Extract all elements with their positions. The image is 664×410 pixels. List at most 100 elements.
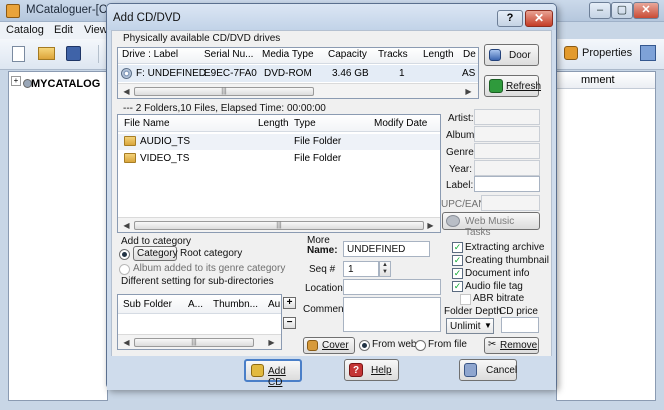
door-button[interactable]: Door (484, 44, 539, 66)
creating-thumbnail-label[interactable]: Creating thumbnail (465, 255, 549, 266)
add-subfolder-button[interactable]: + (283, 297, 296, 309)
col-capacity[interactable]: Capacity (328, 49, 367, 60)
sub-folder-table[interactable]: Sub Folder A... Thumbn... Au ◀ ||| ▶ (117, 294, 282, 350)
audio-file-tag-label[interactable]: Audio file tag (465, 281, 523, 292)
scroll-thumb[interactable]: ||| (134, 338, 254, 347)
dialog-close-button[interactable]: ✕ (525, 10, 553, 27)
scroll-left-icon[interactable]: ◀ (120, 220, 133, 231)
col-sub-folder[interactable]: Sub Folder (123, 299, 172, 310)
artist-field[interactable] (474, 109, 540, 125)
dialog-title: Add CD/DVD (113, 12, 181, 24)
col-modify-date[interactable]: Modify Date (374, 118, 427, 129)
drive-row[interactable]: F: UNDEFINED E9EC-7FA0 DVD-ROM 3.46 GB 1… (118, 65, 478, 82)
album-field[interactable] (474, 126, 540, 142)
detail-list[interactable]: mment (556, 71, 656, 401)
category-radio[interactable] (119, 249, 130, 260)
menu-view[interactable]: View (84, 24, 106, 36)
catalog-tree[interactable]: + MYCATALOG (8, 71, 108, 401)
cd-price-input[interactable] (501, 317, 539, 333)
scroll-thumb[interactable]: ||| (134, 87, 314, 96)
from-web-radio[interactable] (359, 340, 370, 351)
col-sub-thumb[interactable]: Thumbn... (213, 299, 258, 310)
upc-field[interactable] (481, 195, 540, 211)
folder-depth-select[interactable]: Unlimit ▼ (446, 318, 494, 334)
scroll-right-icon[interactable]: ▶ (265, 337, 278, 348)
add-cd-button[interactable]: Add CD (244, 359, 302, 388)
globe-icon (446, 215, 460, 227)
properties-icon (564, 46, 578, 60)
document-info-checkbox[interactable]: ✓ (452, 268, 463, 279)
scroll-right-icon[interactable]: ▶ (462, 86, 475, 97)
files-scrollbar[interactable]: ◀ ||| ▶ (118, 217, 440, 232)
menu-catalog[interactable]: Catalog (6, 24, 44, 36)
from-web-label[interactable]: From web (372, 339, 416, 350)
genre-field[interactable] (474, 143, 540, 159)
extracting-archive-checkbox[interactable]: ✓ (452, 242, 463, 253)
year-field[interactable] (474, 160, 540, 176)
col-sub-au[interactable]: Au (268, 299, 280, 310)
save-icon[interactable] (66, 46, 81, 61)
files-table[interactable]: File Name Length Type Modify Date AUDIO_… (117, 114, 441, 233)
new-file-icon[interactable] (12, 46, 25, 62)
web-music-tasks-button[interactable]: Web Music Tasks (442, 212, 540, 238)
location-input[interactable] (343, 279, 441, 295)
audio-file-tag-checkbox[interactable]: ✓ (452, 281, 463, 292)
remove-subfolder-button[interactable]: − (283, 317, 296, 329)
file-row[interactable]: VIDEO_TS File Folder (118, 151, 440, 167)
abr-bitrate-checkbox[interactable] (460, 294, 471, 305)
label-field[interactable] (474, 176, 540, 192)
col-desc[interactable]: De (463, 49, 477, 60)
col-file-type[interactable]: Type (294, 118, 316, 129)
col-serial[interactable]: Serial Nu... (204, 49, 253, 60)
maximize-button[interactable]: ▢ (611, 2, 633, 19)
category-button[interactable]: Category (133, 246, 178, 261)
col-tracks[interactable]: Tracks (378, 49, 408, 60)
open-folder-icon[interactable] (38, 47, 55, 60)
expand-icon[interactable]: + (11, 76, 21, 86)
main-title: MCataloguer-[C:\U (26, 4, 106, 16)
add-cd-dialog: Add CD/DVD ? ✕ Physically available CD/D… (106, 3, 557, 390)
minimize-button[interactable]: – (589, 2, 611, 19)
properties-button[interactable]: Properties (564, 43, 634, 65)
refresh-button[interactable]: Refresh (484, 75, 541, 97)
col-drive-label[interactable]: Drive : Label (122, 49, 178, 60)
col-sub-a[interactable]: A... (188, 299, 203, 310)
cancel-button[interactable]: Cancel (459, 359, 517, 381)
from-file-label[interactable]: From file (428, 339, 467, 350)
sub-scrollbar[interactable]: ◀ ||| ▶ (118, 334, 281, 349)
extracting-archive-label[interactable]: Extracting archive (465, 242, 544, 253)
scroll-left-icon[interactable]: ◀ (120, 86, 133, 97)
album-genre-option[interactable]: Album added to its genre category (133, 263, 285, 274)
seq-stepper-icon[interactable]: ▲ ▼ (379, 261, 391, 277)
document-info-label[interactable]: Document info (465, 268, 529, 279)
close-button[interactable]: ✕ (633, 2, 659, 19)
view-icon[interactable] (640, 45, 656, 61)
dialog-help-button[interactable]: ? (497, 10, 523, 27)
cover-button[interactable]: Cover (303, 337, 355, 354)
dropdown-arrow-icon: ▼ (484, 321, 492, 330)
drives-table[interactable]: Drive : Label Serial Nu... Media Type Ca… (117, 47, 479, 99)
menu-edit[interactable]: Edit (54, 24, 73, 36)
comment-input[interactable] (343, 297, 441, 332)
tree-root[interactable]: MYCATALOG (31, 78, 100, 90)
seq-input[interactable]: 1 (343, 261, 379, 277)
from-file-radio[interactable] (415, 340, 426, 351)
col-media-type[interactable]: Media Type (262, 49, 314, 60)
col-length[interactable]: Length (423, 49, 454, 60)
help-button[interactable]: ? Help (344, 359, 399, 381)
name-input[interactable]: UNDEFINED (343, 241, 430, 257)
scroll-thumb[interactable]: ||| (134, 221, 424, 230)
album-genre-radio[interactable] (119, 264, 130, 275)
remove-button[interactable]: ✂ Remove (484, 337, 539, 354)
creating-thumbnail-checkbox[interactable]: ✓ (452, 255, 463, 266)
drives-scrollbar[interactable]: ◀ ||| ▶ (118, 83, 478, 98)
abr-bitrate-label[interactable]: ABR bitrate (473, 293, 524, 304)
cancel-icon (464, 363, 477, 377)
scroll-left-icon[interactable]: ◀ (120, 337, 133, 348)
scroll-right-icon[interactable]: ▶ (424, 220, 437, 231)
col-file-length[interactable]: Length (258, 118, 289, 129)
col-file-name[interactable]: File Name (124, 118, 170, 129)
comment-column-header[interactable]: mment (581, 74, 615, 86)
add-cd-icon (251, 364, 264, 377)
file-row[interactable]: AUDIO_TS File Folder (118, 134, 440, 150)
